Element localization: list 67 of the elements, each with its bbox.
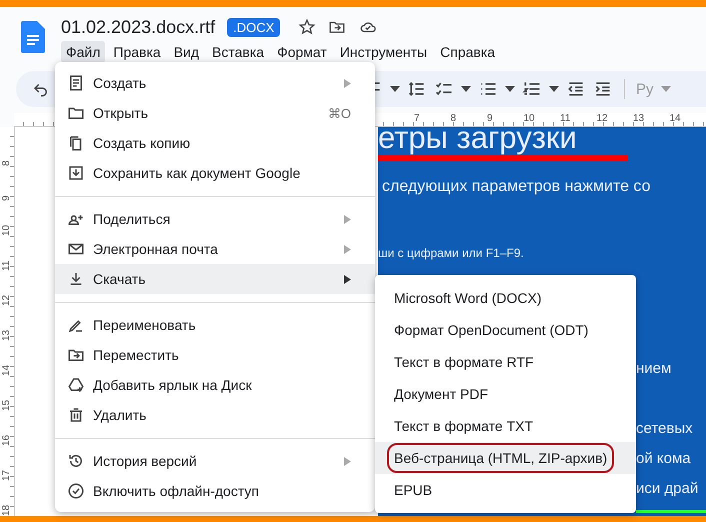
ruler-number: 7 (414, 113, 421, 126)
caret-icon[interactable] (461, 86, 471, 92)
image-text: нием (636, 360, 672, 379)
image-heading: етры загрузки (378, 123, 578, 153)
menu-item[interactable]: EPUB (375, 474, 636, 506)
caret-icon[interactable] (390, 86, 400, 92)
history-icon (67, 452, 85, 470)
menu-bar-item[interactable]: Инструменты (334, 41, 432, 63)
menu-item[interactable]: Сохранить как документ Google (55, 158, 375, 188)
menu-item[interactable]: Создать (55, 68, 375, 98)
ruler-number: 8 (0, 159, 13, 166)
image-text: сетевых (636, 420, 694, 439)
shortcut-text: ⌘O (328, 106, 351, 120)
menu-item[interactable]: Переместить (55, 340, 375, 370)
image-text: иси драй (636, 480, 700, 499)
menu-item[interactable]: Текст в формате TXT (375, 410, 636, 442)
menu-item[interactable]: Текст в формате RTF (375, 346, 636, 378)
menu-item[interactable]: Включить офлайн-доступ (55, 476, 375, 506)
ruler-number: 9 (0, 194, 13, 201)
menu-bar-item[interactable]: Формат (272, 41, 332, 63)
menu-item[interactable]: Microsoft Word (DOCX) (375, 282, 636, 314)
doc-icon (67, 74, 85, 92)
ruler-number: 18 (0, 504, 13, 516)
menu-item[interactable]: Добавить ярлык на Диск (55, 370, 375, 400)
trash-icon (67, 406, 85, 424)
menu-bar-item[interactable]: Вид (168, 41, 204, 63)
menu-bar-item[interactable]: Справка (435, 41, 500, 63)
menu-item[interactable]: Удалить (55, 400, 375, 430)
menu-bar-item[interactable]: Правка (108, 41, 166, 63)
caret-icon[interactable] (505, 86, 515, 92)
menu-item[interactable]: Веб-страница (HTML, ZIP-архив) (375, 442, 636, 474)
image-text: следующих параметров нажмите со (382, 178, 652, 196)
highlight-underline (636, 510, 706, 513)
menu-item[interactable]: Скачать (55, 264, 375, 294)
menu-item[interactable]: Переименовать (55, 310, 375, 340)
menu-item[interactable]: Формат OpenDocument (ODT) (375, 314, 636, 346)
caret-icon[interactable] (549, 86, 559, 92)
menu-item[interactable]: Документ PDF (375, 378, 636, 410)
image-text: ши с цифрами или F1–F9. (378, 246, 525, 260)
ruler-number: 13 (633, 113, 646, 126)
save-icon (67, 164, 85, 182)
menu-item[interactable]: Электронная почта (55, 234, 375, 264)
menu-bar-item[interactable]: Файл (61, 41, 106, 63)
menu-item[interactable]: Поделиться (55, 204, 375, 234)
ruler-number: 11 (560, 113, 572, 126)
ruler-number: 15 (0, 398, 13, 411)
ruler-number: 12 (596, 113, 609, 126)
document-title[interactable]: 01.02.2023.docx.rtf (61, 16, 216, 38)
ruler-number: 9 (487, 113, 494, 126)
ruler-number: 12 (0, 294, 13, 306)
ruler-number: 16 (0, 434, 13, 446)
ruler-number: 14 (0, 364, 13, 376)
menu-item[interactable]: Создать копию (55, 128, 375, 158)
ruler-number: 13 (0, 328, 13, 341)
menu-item[interactable]: Открыть ⌘O (55, 98, 375, 128)
ruler-number: 17 (0, 468, 13, 481)
docs-logo-icon[interactable] (21, 21, 45, 53)
star-icon[interactable] (298, 18, 316, 36)
ruler-number: 8 (450, 113, 458, 126)
ruler-number: 14 (670, 113, 682, 126)
menu-bar-item[interactable]: Вставка (207, 41, 270, 63)
image-text: ой кома (636, 450, 692, 469)
ruler-number: 10 (524, 113, 536, 126)
ruler-number: 11 (0, 260, 13, 271)
ruler-number: 10 (0, 224, 13, 236)
menu-item[interactable]: История версий (55, 446, 375, 476)
file-type-badge: .DOCX (227, 18, 280, 36)
